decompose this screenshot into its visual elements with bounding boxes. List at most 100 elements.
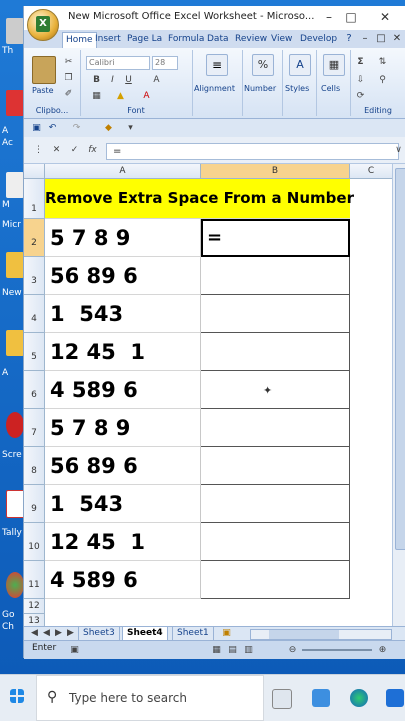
tab-formulas[interactable]: Formula	[165, 32, 207, 47]
table-cell-a[interactable]: 1 543	[45, 295, 201, 333]
page-layout-view-icon[interactable]: ▤	[226, 644, 239, 656]
column-header-c[interactable]: C	[350, 164, 392, 179]
sheet-tab-active[interactable]: Sheet4	[122, 627, 168, 641]
font-size-combo[interactable]: 28	[152, 56, 178, 70]
page-break-view-icon[interactable]: ▥	[242, 644, 255, 656]
table-cell-a[interactable]: 4 589 6	[45, 561, 201, 599]
table-cell-b[interactable]	[201, 409, 350, 447]
desktop-icon[interactable]	[6, 90, 24, 116]
table-cell-a[interactable]: 5 7 8 9	[45, 219, 201, 257]
table-cell-b[interactable]: ✦	[201, 371, 350, 409]
formula-input[interactable]: =	[106, 143, 399, 160]
macro-record-icon[interactable]: ▣	[68, 644, 81, 656]
folder-icon[interactable]	[6, 330, 24, 356]
zoom-out-icon[interactable]: ⊖	[286, 644, 299, 656]
table-cell-a[interactable]: 56 89 6	[45, 447, 201, 485]
column-header-b[interactable]: B	[201, 164, 350, 179]
tab-view[interactable]: View	[268, 32, 295, 47]
row-header[interactable]: 2	[24, 219, 45, 257]
table-cell-b[interactable]	[201, 523, 350, 561]
cut-icon[interactable]: ✂	[62, 56, 75, 68]
borders-icon[interactable]: ▦	[90, 90, 103, 102]
font-color-icon[interactable]: A	[140, 90, 153, 102]
find-select-icon[interactable]: ⚲	[376, 74, 389, 86]
cells-icon[interactable]: ▦	[323, 54, 345, 76]
office-button[interactable]: X	[27, 9, 59, 41]
tab-developer[interactable]: Develop	[297, 32, 340, 47]
row-header[interactable]: 6	[24, 371, 45, 409]
percent-icon[interactable]: %	[252, 54, 274, 76]
table-cell-b[interactable]	[201, 295, 350, 333]
app-icon[interactable]	[312, 689, 330, 707]
table-cell-a[interactable]: 1 543	[45, 485, 201, 523]
minimize-icon[interactable]: –	[320, 9, 338, 25]
header-title-cell[interactable]: Remove Extra Space From a Number	[45, 179, 354, 219]
table-cell-a[interactable]: 4 589 6	[45, 371, 201, 409]
table-cell-b[interactable]	[201, 485, 350, 523]
sheet-tab[interactable]: Sheet1	[172, 627, 214, 641]
zoom-slider[interactable]	[302, 649, 372, 651]
table-cell-a[interactable]: 5 7 8 9	[45, 409, 201, 447]
table-cell-b[interactable]	[201, 333, 350, 371]
desktop-icon[interactable]	[6, 18, 24, 44]
alignment-icon[interactable]: ≡	[206, 54, 228, 76]
qat-customize-icon[interactable]: ▾	[124, 122, 137, 134]
tab-insert[interactable]: Insert	[92, 32, 124, 47]
redo-icon[interactable]: ↷	[70, 122, 83, 134]
save-icon[interactable]: ▣	[30, 122, 43, 134]
tab-data[interactable]: Data	[204, 32, 232, 47]
expand-formula-icon[interactable]: ∨	[392, 144, 405, 156]
maximize-icon[interactable]: □	[342, 9, 360, 25]
row-header[interactable]: 7	[24, 409, 45, 447]
column-header-a[interactable]: A	[45, 164, 201, 179]
fill-color-icon[interactable]: ▲	[114, 90, 127, 102]
last-sheet-icon[interactable]: ▶	[64, 627, 77, 639]
row-header[interactable]: 13	[24, 614, 45, 626]
select-all-corner[interactable]	[24, 164, 45, 179]
chrome-icon[interactable]	[6, 572, 24, 598]
bold-icon[interactable]: B	[90, 74, 103, 86]
underline-icon[interactable]: U	[122, 74, 135, 86]
format-painter-icon[interactable]: ✐	[62, 88, 75, 100]
clear-icon[interactable]: ⟳	[354, 90, 367, 102]
row-header[interactable]: 10	[24, 523, 45, 561]
horizontal-scrollbar[interactable]	[250, 629, 392, 640]
row-header[interactable]: 8	[24, 447, 45, 485]
copy-icon[interactable]: ❐	[62, 72, 75, 84]
table-cell-a[interactable]: 12 45 1	[45, 523, 201, 561]
active-cell-b2[interactable]: =	[201, 219, 350, 257]
taskbar-search[interactable]: ⚲ Type here to search	[36, 675, 264, 721]
task-view-icon[interactable]	[272, 689, 292, 709]
sheet-tab[interactable]: Sheet3	[78, 627, 120, 641]
table-cell-b[interactable]	[201, 447, 350, 485]
desktop-icon[interactable]	[6, 412, 24, 438]
row-header[interactable]: 1	[24, 179, 45, 219]
paste-icon[interactable]	[32, 56, 56, 84]
desktop-icon[interactable]	[6, 172, 24, 198]
table-cell-a[interactable]: 56 89 6	[45, 257, 201, 295]
row-header[interactable]: 11	[24, 561, 45, 599]
cancel-icon[interactable]: ✕	[50, 144, 63, 156]
sort-filter-icon[interactable]: ⇅	[376, 56, 389, 68]
qat-custom-icon[interactable]: ◆	[102, 122, 115, 134]
row-header[interactable]: 3	[24, 257, 45, 295]
fill-icon[interactable]: ⇩	[354, 74, 367, 86]
mail-icon[interactable]	[386, 689, 404, 707]
insert-sheet-icon[interactable]: ▣	[220, 627, 233, 639]
font-name-combo[interactable]: Calibri	[86, 56, 150, 70]
zoom-in-icon[interactable]: ⊕	[376, 644, 389, 656]
edge-icon[interactable]	[350, 689, 368, 707]
row-header[interactable]: 9	[24, 485, 45, 523]
normal-view-icon[interactable]: ▦	[210, 644, 223, 656]
tab-review[interactable]: Review	[232, 32, 270, 47]
row-header[interactable]: 4	[24, 295, 45, 333]
undo-icon[interactable]: ↶	[46, 122, 59, 134]
autosum-icon[interactable]: Σ	[354, 56, 367, 68]
table-cell-b[interactable]	[201, 257, 350, 295]
grow-font-icon[interactable]: A	[150, 74, 163, 86]
windows-start-icon[interactable]	[10, 689, 24, 703]
name-box-icon[interactable]: ⋮	[32, 144, 45, 156]
enter-icon[interactable]: ✓	[68, 144, 81, 156]
row-header[interactable]: 12	[24, 599, 45, 614]
tab-page-layout[interactable]: Page La	[124, 32, 165, 47]
